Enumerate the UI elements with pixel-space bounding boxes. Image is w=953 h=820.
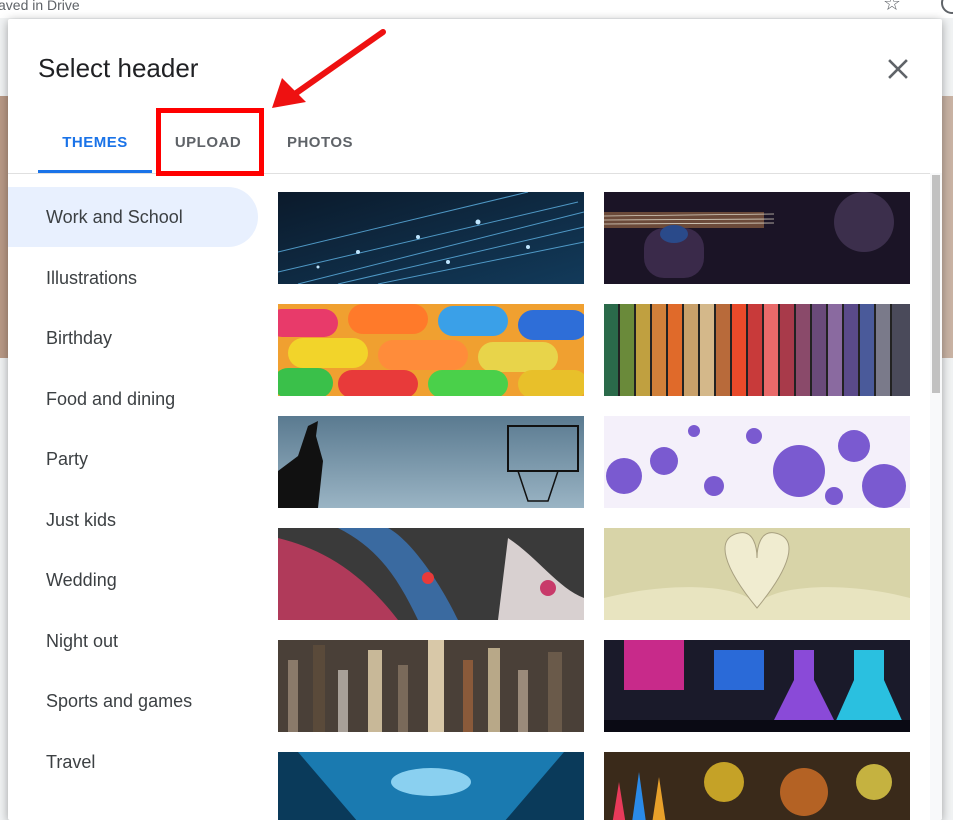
category-sidebar: Work and School Illustrations Birthday F…	[8, 173, 268, 820]
tab-bar: THEMES UPLOAD PHOTOS	[8, 115, 942, 174]
theme-grid	[278, 192, 928, 820]
category-party[interactable]: Party	[8, 429, 258, 489]
category-work-and-school[interactable]: Work and School	[8, 187, 258, 247]
background-toolbar	[0, 0, 953, 18]
tab-photos[interactable]: PHOTOS	[270, 115, 370, 171]
yarn-colors-theme[interactable]	[604, 304, 910, 396]
microscope-theme[interactable]	[278, 752, 584, 820]
scrollbar-thumb[interactable]	[932, 175, 940, 393]
fiber-optics-theme[interactable]	[278, 192, 584, 284]
colored-pencils-theme[interactable]	[604, 752, 910, 820]
category-night-out[interactable]: Night out	[8, 611, 258, 671]
tab-upload[interactable]: UPLOAD	[156, 115, 260, 171]
select-header-dialog: Select header THEMES UPLOAD PHOTOS Work …	[8, 19, 942, 820]
theme-scrollbar[interactable]	[930, 173, 942, 820]
category-food-and-dining[interactable]: Food and dining	[8, 369, 258, 429]
category-just-kids[interactable]: Just kids	[8, 490, 258, 550]
close-icon	[888, 59, 908, 79]
paint-brushes-theme[interactable]	[278, 640, 584, 732]
saved-status: aved in Drive	[0, 0, 80, 13]
close-button[interactable]	[882, 53, 914, 85]
category-illustrations[interactable]: Illustrations	[8, 248, 258, 308]
category-travel[interactable]: Travel	[8, 732, 258, 792]
tab-themes[interactable]: THEMES	[38, 115, 152, 173]
background-header-band-right	[942, 96, 953, 358]
purple-bubbles-theme[interactable]	[604, 416, 910, 508]
dialog-title: Select header	[38, 53, 199, 83]
candy-theme[interactable]	[278, 304, 584, 396]
annotation-arrow-icon	[272, 29, 386, 108]
category-birthday[interactable]: Birthday	[8, 308, 258, 368]
basketball-theme[interactable]	[278, 416, 584, 508]
category-wedding[interactable]: Wedding	[8, 550, 258, 610]
star-icon: ☆	[883, 0, 901, 15]
painted-hands-theme[interactable]	[278, 528, 584, 620]
category-sports-and-games[interactable]: Sports and games	[8, 671, 258, 731]
guitar-concert-theme[interactable]	[604, 192, 910, 284]
chemistry-flasks-theme[interactable]	[604, 640, 910, 732]
book-heart-theme[interactable]	[604, 528, 910, 620]
